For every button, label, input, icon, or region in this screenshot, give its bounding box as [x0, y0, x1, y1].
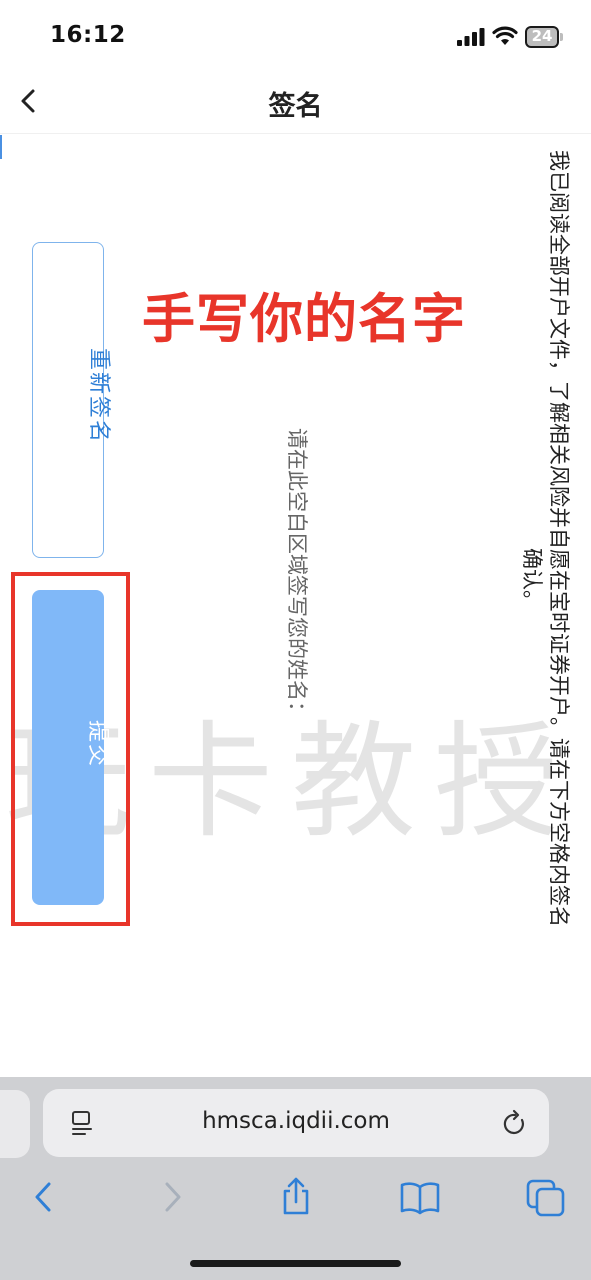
back-icon[interactable] — [22, 1175, 66, 1219]
bookmarks-icon[interactable] — [398, 1175, 442, 1219]
browser-toolbar — [0, 1167, 591, 1237]
annotation-caption: 手写你的名字 — [142, 289, 466, 350]
previous-tab-peek[interactable] — [0, 1090, 30, 1158]
signature-page: 玩卡教授 我已阅读全部开户文件，了解相关风险并自愿在宝时证券开户。请在下方空格内… — [0, 135, 591, 1077]
wifi-icon — [492, 26, 518, 45]
resign-button[interactable]: 重新签名 — [32, 242, 111, 558]
nav-bar: 签名 — [0, 70, 591, 134]
home-indicator — [190, 1260, 401, 1267]
reload-icon[interactable] — [502, 1109, 528, 1137]
signature-pad-hint: 请在此空白区域签写您的姓名： — [285, 428, 309, 722]
submit-button[interactable]: 提交 — [32, 590, 110, 905]
battery-icon: 24 — [525, 26, 563, 48]
submit-button-label: 提交 — [85, 720, 110, 769]
disclaimer-text-continued: 确认。 — [520, 548, 544, 611]
resign-button-label: 重新签名 — [86, 348, 111, 445]
disclaimer-text: 我已阅读全部开户文件，了解相关风险并自愿在宝时证券开户。请在下方空格内签名 — [547, 150, 571, 927]
status-time: 16:12 — [50, 22, 126, 48]
cellular-signal-icon — [457, 28, 485, 46]
address-bar[interactable]: hmsca.iqdii.com — [43, 1089, 549, 1157]
edge-indicator — [0, 135, 2, 159]
url-text[interactable]: hmsca.iqdii.com — [43, 1108, 549, 1134]
share-icon[interactable] — [274, 1175, 318, 1219]
forward-icon — [165, 1182, 181, 1212]
page-title: 签名 — [268, 91, 323, 122]
battery-percent: 24 — [531, 27, 553, 45]
browser-bottom-bar: hmsca.iqdii.com — [0, 1077, 591, 1280]
status-bar: 16:12 24 — [0, 0, 591, 70]
tabs-icon[interactable] — [524, 1175, 568, 1219]
